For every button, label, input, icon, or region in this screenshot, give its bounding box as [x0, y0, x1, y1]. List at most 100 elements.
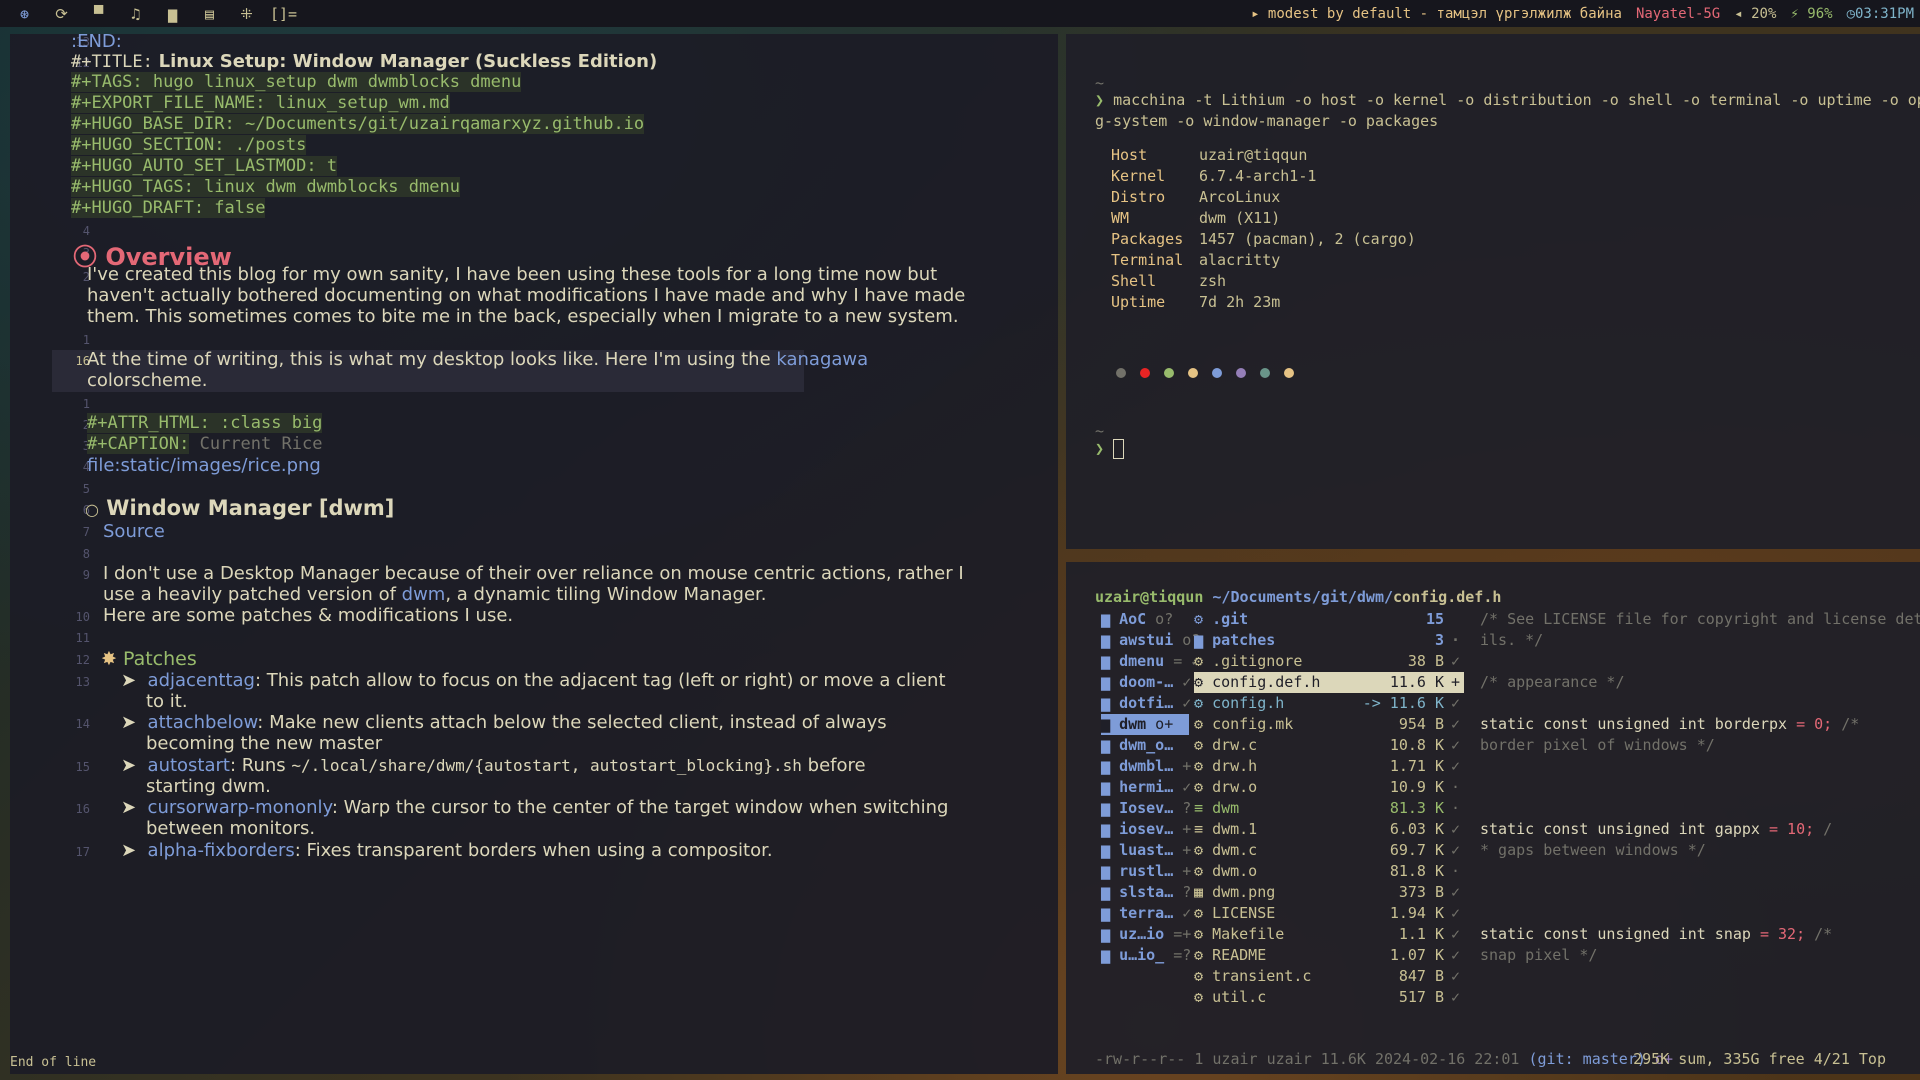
dwm-link[interactable]: dwm — [402, 584, 446, 605]
fm-file-size: 954 B — [1398, 715, 1444, 733]
patch-link[interactable]: cursorwarp-mononly — [148, 797, 332, 818]
fm-file-item[interactable]: ⚙ transient.c 847 B ✓ — [1194, 966, 1464, 987]
fm-parent-item[interactable]: ▆ Iosev… ? — [1101, 798, 1191, 819]
fm-parent-item[interactable]: ▆ luast… + — [1101, 840, 1191, 861]
prompt-dir: ~ — [1095, 74, 1105, 92]
file-icon: ≡ — [1194, 820, 1213, 838]
line-number: 15 — [75, 760, 90, 774]
fm-parent-item[interactable]: ▆ iosev… + — [1101, 819, 1191, 840]
fm-file-item[interactable]: ⚙ config.h -> 11.6 K ✓ — [1194, 693, 1464, 714]
git-status: ✓ — [1450, 967, 1460, 985]
file-icon: ▆ — [1194, 631, 1213, 649]
layout-indicator[interactable]: []= — [265, 5, 302, 23]
file-link[interactable]: file:static/images/rice.png — [87, 455, 321, 476]
fm-parent-name: dwm — [1119, 715, 1147, 733]
tag-5-icon[interactable]: ▆ — [154, 5, 191, 23]
patch-link[interactable]: alpha-fixborders — [148, 840, 295, 861]
attr-html-line: #+ATTR_HTML: :class big — [87, 413, 323, 433]
preview-line: /* See LICENSE file for copyright and li… — [1480, 610, 1920, 628]
fm-file-item[interactable]: ⚙ .gitignore 38 B ✓ — [1194, 651, 1464, 672]
fm-file-item[interactable]: ⚙ Makefile 1.1 K ✓ — [1194, 924, 1464, 945]
fm-parent-item[interactable]: ▆ rustl… + — [1101, 861, 1191, 882]
folder-icon: ▆ — [1101, 799, 1120, 817]
echo-area: End of line — [10, 1055, 97, 1070]
wifi-status: Nayatel-5G — [1635, 5, 1721, 22]
fm-parent-item[interactable]: ▆ hermi… ✓ — [1101, 777, 1191, 798]
tag-4-icon[interactable]: ♫ — [117, 5, 154, 23]
patch-link[interactable]: adjacenttag — [148, 670, 255, 691]
folder-icon: ▆ — [1101, 631, 1120, 649]
heading-window-manager[interactable]: ○ Window Manager [dwm] — [85, 496, 394, 520]
fm-file-item[interactable]: ⚙ config.mk 954 B ✓ — [1194, 714, 1464, 735]
file-link-text[interactable]: file:static/images/rice.png — [87, 455, 321, 476]
line-number: 10 — [75, 610, 90, 624]
terminal-file-manager[interactable]: uzair@tiqqun ~/Documents/git/dwm/config.… — [1066, 562, 1920, 1074]
editor-buffer[interactable]: 13 12 11 10 9 8 7 6 5 4 3 2 1 16 1 2 3 4… — [10, 31, 1058, 1052]
fm-file-size: 10.8 K — [1389, 736, 1444, 754]
fm-file-item[interactable]: ▦ dwm.png 373 B ✓ — [1194, 882, 1464, 903]
fm-file-item[interactable]: ⚙ dwm.o 81.8 K · — [1194, 861, 1464, 882]
patch-item: ➤ autostart: Runs ~/.local/share/dwm/{au… — [121, 755, 866, 776]
fm-file-item[interactable]: ⚙ drw.o 10.9 K · — [1194, 777, 1464, 798]
fm-file-item[interactable]: ≡ dwm 81.3 K · — [1194, 798, 1464, 819]
preview-line: * gaps between windows */ — [1480, 841, 1706, 859]
fm-parent-item[interactable]: ▆ uz…io =+ — [1101, 924, 1191, 945]
prompt-line[interactable]: ❯ — [1095, 439, 1125, 459]
fm-parent-item[interactable]: ▆ dotfi… ✓ — [1101, 693, 1191, 714]
patch-desc: : Make new clients attach below the sele… — [257, 712, 887, 733]
fm-parent-item[interactable]: ▆ doom-… ✓ — [1101, 672, 1191, 693]
fm-user: uzair@tiqqun — [1095, 588, 1204, 606]
tag-7-icon[interactable]: ⁜ — [228, 5, 265, 23]
git-status: =? — [1164, 946, 1192, 964]
patch-desc-cont: between monitors. — [146, 818, 316, 839]
fm-file-item[interactable]: ⚙ .git 15 — [1194, 609, 1464, 630]
fm-parent-item[interactable]: ▆ u…io_ =? — [1101, 945, 1192, 966]
keyword-text: #+ATTR_HTML: :class big — [87, 413, 323, 433]
fm-file-item[interactable]: ⚙ LICENSE 1.94 K ✓ — [1194, 903, 1464, 924]
fm-parent-item[interactable]: ▆ slsta… ? — [1101, 882, 1191, 903]
title-keyword: #+TITLE: — [71, 52, 153, 72]
heading-patches[interactable]: ✸ Patches — [101, 648, 197, 670]
source-link-text[interactable]: Source — [103, 521, 165, 542]
patch-desc: : Fixes transparent borders when using a… — [294, 840, 773, 861]
tag-3-icon[interactable]: ▀ — [80, 5, 117, 23]
fm-file-item[interactable]: ≡ dwm.1 6.03 K ✓ — [1194, 819, 1464, 840]
fm-parent-item[interactable]: ▆ dwmbl… + — [1101, 756, 1191, 777]
fm-parent-item[interactable]: ▆ dmenu = ✓ — [1101, 651, 1200, 672]
source-link[interactable]: Source — [103, 521, 165, 542]
fm-parent-item[interactable]: ▆ dwm_o… — [1101, 735, 1189, 756]
git-status: ✓ — [1450, 883, 1460, 901]
fm-parent-item[interactable]: ▆ awstui o? — [1101, 630, 1200, 651]
fm-parent-item[interactable]: ▆ terra… ✓ — [1101, 903, 1191, 924]
emacs-editor-window[interactable]: 13 12 11 10 9 8 7 6 5 4 3 2 1 16 1 2 3 4… — [10, 31, 1058, 1074]
line-number: 12 — [75, 653, 90, 667]
terminal-macchina[interactable]: ~ ❯ macchina -t Lithium -o host -o kerne… — [1066, 34, 1920, 549]
fm-footer-right: 295K sum, 335G free 4/21 Top — [1633, 1050, 1886, 1068]
line-number: 7 — [82, 525, 90, 539]
fm-file-item[interactable]: ⚙ drw.c 10.8 K ✓ — [1194, 735, 1464, 756]
fm-file-item[interactable]: ⚙ drw.h 1.71 K ✓ — [1194, 756, 1464, 777]
fm-file-item[interactable]: ⚙ config.def.h 11.6 K + — [1194, 672, 1464, 693]
patch-link[interactable]: autostart — [148, 755, 230, 776]
git-status: · — [1450, 778, 1460, 796]
git-status: + — [1450, 673, 1460, 691]
tag-1-icon[interactable]: ⊛ — [6, 5, 43, 23]
fm-file-item[interactable]: ⚙ util.c 517 B ✓ — [1194, 987, 1464, 1008]
patch-link[interactable]: attachbelow — [148, 712, 258, 733]
fm-parent-item[interactable]: ▆ dwm o+ — [1101, 714, 1189, 735]
kanagawa-link[interactable]: kanagawa — [776, 349, 868, 370]
fm-file-item[interactable]: ⚙ README 1.07 K ✓ — [1194, 945, 1464, 966]
fm-header: uzair@tiqqun ~/Documents/git/dwm/config.… — [1095, 588, 1501, 606]
git-status: ✓ — [1450, 904, 1460, 922]
fm-parent-name: luast… — [1119, 841, 1174, 859]
tag-6-icon[interactable]: ▤ — [191, 5, 228, 23]
fm-file-item[interactable]: ▆ patches 3 · — [1194, 630, 1464, 651]
fm-file-name: config.h — [1212, 694, 1285, 712]
tag-2-icon[interactable]: ⟳ — [43, 5, 80, 23]
git-status: ✓ — [1450, 757, 1460, 775]
fm-file-name: dwm.1 — [1212, 820, 1258, 838]
preview-line: static const unsigned int snap = 32; /* — [1480, 925, 1833, 943]
fm-parent-item[interactable]: ▆ AoC o? — [1101, 609, 1189, 630]
line-number: 5 — [82, 482, 90, 496]
fm-file-item[interactable]: ⚙ dwm.c 69.7 K ✓ — [1194, 840, 1464, 861]
